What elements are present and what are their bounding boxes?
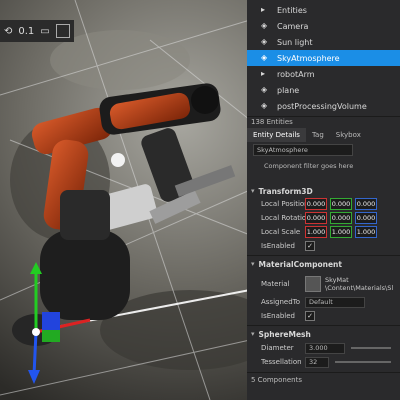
chevron-down-icon: ▾ <box>251 187 255 195</box>
diameter-row: Diameter 3.000 <box>247 342 400 354</box>
material-path: \Content\Materials\Sl <box>325 284 394 292</box>
entity-icon: ◈ <box>261 85 268 94</box>
expand-icon[interactable]: ▸ <box>261 69 271 79</box>
entity-icon: ◈ <box>261 53 268 62</box>
material-row: Material SkyMat \Content\Materials\Sl <box>261 276 394 292</box>
chevron-down-icon: ▾ <box>251 330 255 338</box>
diameter-slider[interactable] <box>351 347 391 349</box>
transform-enabled-checkbox[interactable]: ✓ <box>305 241 315 251</box>
tree-item-camera[interactable]: ◈ Camera <box>247 18 400 34</box>
tree-item-sunlight[interactable]: ◈ Sun light <box>247 34 400 50</box>
rotation-x[interactable]: 0.000 <box>305 212 327 224</box>
position-x[interactable]: 0.000 <box>305 198 327 210</box>
divider <box>247 255 400 256</box>
position-z[interactable]: 0.000 <box>355 198 377 210</box>
material-thumbnail[interactable] <box>305 276 321 292</box>
inspector-tabs: Entity Details Tag Skybox <box>247 128 400 142</box>
assigned-to-row: AssignedTo Default <box>247 296 400 308</box>
divider <box>247 372 400 373</box>
position-y[interactable]: 0.000 <box>330 198 352 210</box>
tessellation-field[interactable]: 32 <box>305 356 329 368</box>
entities-count: 138 Entities <box>251 118 293 126</box>
transform-enabled-row: IsEnabled ✓ <box>247 240 400 252</box>
camera-icon[interactable]: ▭ <box>40 26 49 37</box>
viewport-toolbar: ⟲ 0.1 ▭ <box>0 20 74 42</box>
zoom-value[interactable]: 0.1 <box>18 26 34 37</box>
diameter-field[interactable]: 3.000 <box>305 342 345 354</box>
tree-item-robotarm[interactable]: ▸ robotArm <box>247 66 400 82</box>
entity-icon: ◈ <box>261 37 268 46</box>
scale-y[interactable]: 1.000 <box>330 226 352 238</box>
transform-section-header[interactable]: ▾ Transform3D <box>247 184 400 198</box>
component-filter-input[interactable]: Component filter goes here <box>261 160 391 171</box>
scale-x[interactable]: 1.000 <box>305 226 327 238</box>
local-position-row: Local Position 0.000 0.000 0.000 <box>261 198 377 210</box>
divider <box>247 325 400 326</box>
rotation-z[interactable]: 0.000 <box>355 212 377 224</box>
chevron-down-icon: ▾ <box>251 260 255 268</box>
rotate-icon[interactable]: ⟲ <box>4 26 12 37</box>
entity-icon: ◈ <box>261 21 268 30</box>
material-enabled-row: IsEnabled ✓ <box>247 310 400 322</box>
material-name: SkyMat <box>325 276 349 284</box>
tab-tag[interactable]: Tag <box>306 128 330 142</box>
tab-skybox[interactable]: Skybox <box>330 128 367 142</box>
sphere-section-header[interactable]: ▾ SphereMesh <box>247 327 400 341</box>
tree-item-plane[interactable]: ◈ plane <box>247 82 400 98</box>
tree-item-skyatmosphere[interactable]: ◈ SkyAtmosphere <box>247 50 400 66</box>
entity-icon: ◈ <box>261 101 268 110</box>
grid-toggle-icon[interactable] <box>55 24 70 38</box>
local-scale-row: Local Scale 1.000 1.000 1.000 <box>261 226 377 238</box>
material-section-header[interactable]: ▾ MaterialComponent <box>247 257 400 271</box>
divider <box>247 116 400 117</box>
scale-z[interactable]: 1.000 <box>355 226 377 238</box>
material-enabled-checkbox[interactable]: ✓ <box>305 311 315 321</box>
entity-icon: ▸ <box>261 5 266 14</box>
assigned-to-select[interactable]: Default <box>305 296 365 308</box>
rotation-y[interactable]: 0.000 <box>330 212 352 224</box>
tessellation-slider[interactable] <box>335 361 391 363</box>
tree-item-entities[interactable]: ▸ Entities <box>247 2 400 18</box>
tab-entity-details[interactable]: Entity Details <box>247 128 306 142</box>
components-count: 5 Components <box>251 376 302 384</box>
tree-item-postprocessing[interactable]: ◈ postProcessingVolume <box>247 98 400 114</box>
tessellation-row: Tessellation 32 <box>247 356 400 368</box>
inspector-panel: ▸ Entities ◈ Camera ◈ Sun light ◈ SkyAtmosph… <box>247 0 400 400</box>
local-rotation-row: Local Rotation 0.000 0.000 0.000 <box>261 212 377 224</box>
entity-name-field[interactable]: SkyAtmosphere <box>253 144 353 156</box>
